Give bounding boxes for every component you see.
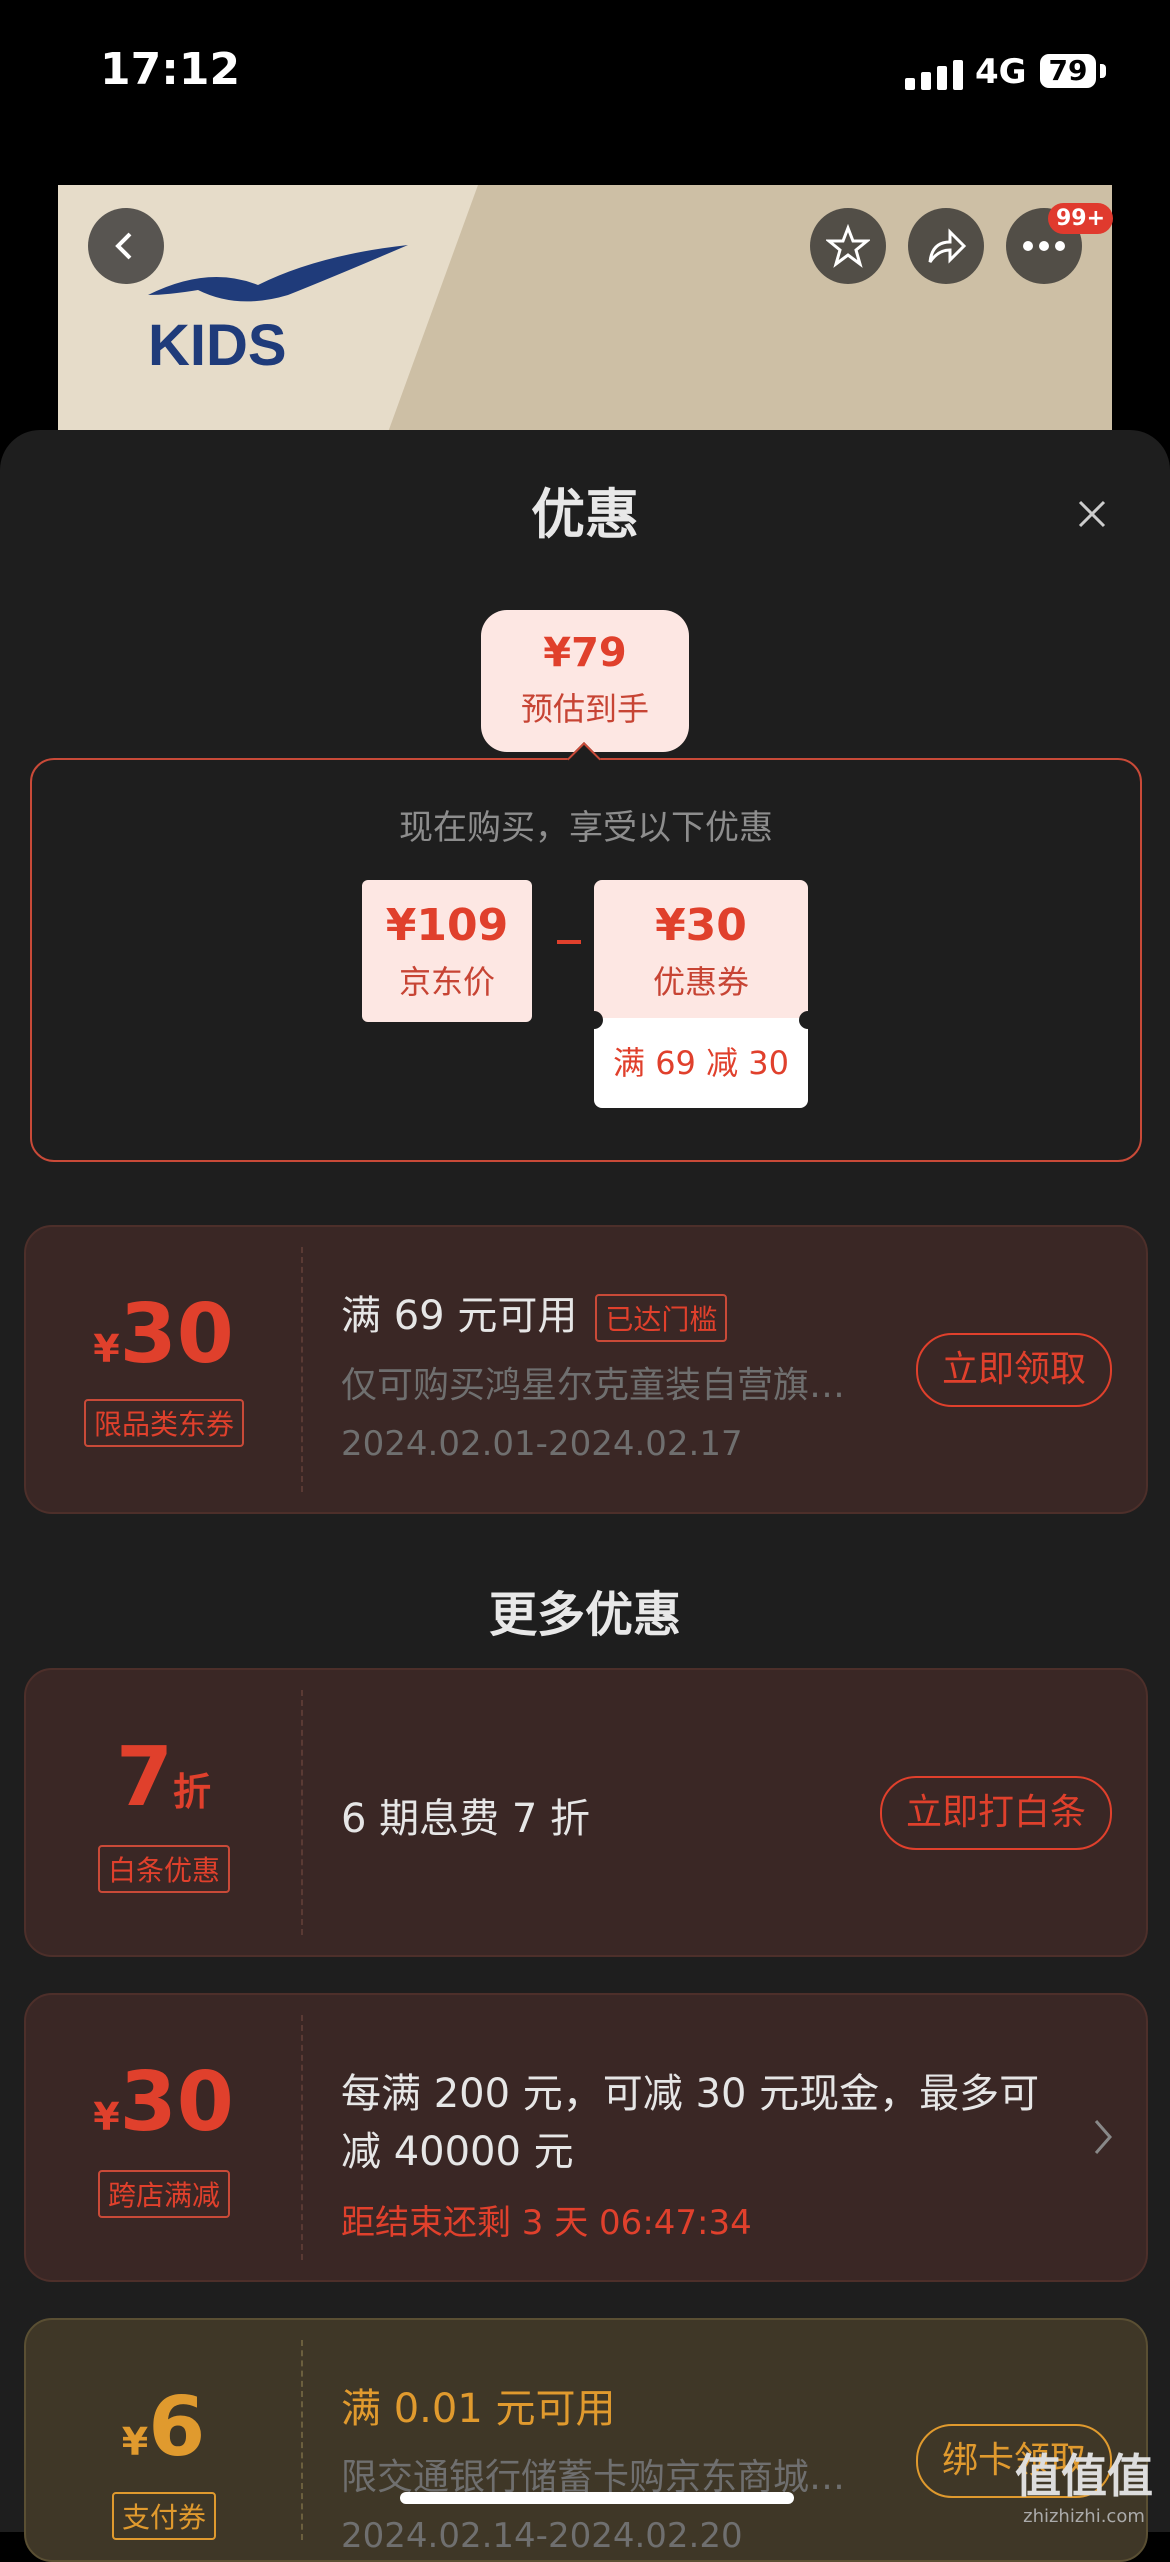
coupon-label: 优惠券 (652, 963, 749, 1001)
coupon-title: 满 69 元可用 已达门槛 (341, 1283, 845, 1342)
brand-logo: KIDS (138, 235, 418, 379)
back-button[interactable] (88, 208, 164, 284)
estimated-price: ¥79 (543, 630, 627, 676)
offer-amount: 7折 (115, 1730, 212, 1825)
offer-details: 6 期息费 7 折 (341, 1786, 590, 1844)
jd-price-box: ¥109 京东价 (362, 880, 532, 1022)
coupon-condition: 满 69 减 30 (594, 1018, 808, 1108)
sheet-title: 优惠 (531, 483, 639, 546)
network-type: 4G (975, 52, 1027, 92)
offer-tag: 支付券 (111, 2492, 217, 2540)
offer-amount: ¥6 (121, 2380, 206, 2475)
summary-subtitle: 现在购买，享受以下优惠 (399, 808, 773, 848)
offer-date: 2024.02.14-2024.02.20 (341, 2516, 743, 2556)
status-time: 17:12 (100, 44, 241, 95)
favorite-button[interactable] (810, 208, 886, 284)
coupon-amount: ¥30 (93, 1287, 234, 1382)
close-icon (1078, 500, 1106, 528)
offer-details: 每满 200 元，可减 30 元现金，最多可 减 40000 元 距结束还剩 3… (341, 2061, 1039, 2244)
offer-amount: ¥30 (93, 2055, 234, 2150)
discount-summary: 现在购买，享受以下优惠 ¥109 京东价 ¥30 优惠券 满 69 减 30 (30, 758, 1142, 1162)
claim-coupon-button[interactable]: 立即领取 (915, 1333, 1112, 1407)
jd-price: ¥109 (385, 900, 509, 951)
offer-title: 6 期息费 7 折 (341, 1796, 591, 1842)
coupon-divider (301, 1247, 303, 1492)
notification-badge: 99+ (1048, 203, 1114, 234)
offer-title-line2: 减 40000 元 (341, 2129, 574, 2175)
coupon-date: 2024.02.01-2024.02.17 (341, 1424, 743, 1464)
coupon-desc: 仅可购买鸿星尔克童装自营旗… (341, 1365, 846, 1406)
svg-text:KIDS: KIDS (148, 313, 287, 375)
chevron-right-icon (1094, 2120, 1112, 2154)
use-baitiao-button[interactable]: 立即打白条 (879, 1776, 1112, 1850)
star-icon (826, 224, 870, 268)
offer-details: 满 0.01 元可用 限交通银行储蓄卡购京东商城… 2024.02.14-202… (341, 2376, 845, 2556)
share-icon (928, 228, 967, 264)
battery-icon: 79 (1040, 54, 1096, 88)
close-button[interactable] (1070, 492, 1114, 536)
offer-card-crossstore[interactable]: ¥30 跨店满减 每满 200 元，可减 30 元现金，最多可 减 40000 … (24, 1993, 1148, 2282)
offer-card-baitiao: 7折 白条优惠 6 期息费 7 折 立即打白条 (24, 1668, 1148, 1957)
home-indicator (400, 2492, 794, 2504)
status-bar: 17:12 4G 79 (0, 0, 1170, 150)
chevron-left-icon (115, 232, 132, 260)
coupon-divider (301, 2015, 303, 2260)
threshold-reached-badge: 已达门槛 (595, 1294, 728, 1342)
offer-title: 满 0.01 元可用 (341, 2386, 616, 2432)
offer-countdown: 距结束还剩 3 天 06:47:34 (341, 2203, 752, 2243)
more-offers-title: 更多优惠 (488, 1587, 681, 1643)
offer-title-line1: 每满 200 元，可减 30 元现金，最多可 (341, 2071, 1040, 2117)
coupon-details: 满 69 元可用 已达门槛 仅可购买鸿星尔克童装自营旗… 2024.02.01-2… (341, 1283, 845, 1464)
offer-tag: 跨店满减 (97, 2170, 231, 2218)
more-icon (1023, 241, 1065, 251)
share-button[interactable] (908, 208, 984, 284)
jd-price-label: 京东价 (398, 963, 495, 1001)
coupon-card-jd: ¥30 限品类东券 满 69 元可用 已达门槛 仅可购买鸿星尔克童装自营旗… 20… (24, 1225, 1148, 1514)
coupon-box: ¥30 优惠券 (594, 880, 808, 1022)
signal-icon (905, 60, 963, 90)
coupon-divider (301, 2340, 303, 2540)
battery-tip (1100, 64, 1106, 78)
coupon-divider (301, 1690, 303, 1935)
coupon-price: ¥30 (655, 900, 747, 951)
minus-sign (557, 940, 581, 944)
coupon-tag: 限品类东券 (83, 1399, 245, 1447)
estimated-price-label: 预估到手 (520, 690, 649, 728)
ticket-notch (585, 1011, 603, 1029)
offer-card-payment: ¥6 支付券 满 0.01 元可用 限交通银行储蓄卡购京东商城… 2024.02… (24, 2318, 1148, 2562)
ticket-notch (799, 1011, 817, 1029)
offer-tag: 白条优惠 (97, 1845, 231, 1893)
estimated-price-bubble: ¥79 预估到手 (481, 610, 689, 752)
watermark: 值值值 zhizhizhi.com (1015, 2449, 1153, 2527)
